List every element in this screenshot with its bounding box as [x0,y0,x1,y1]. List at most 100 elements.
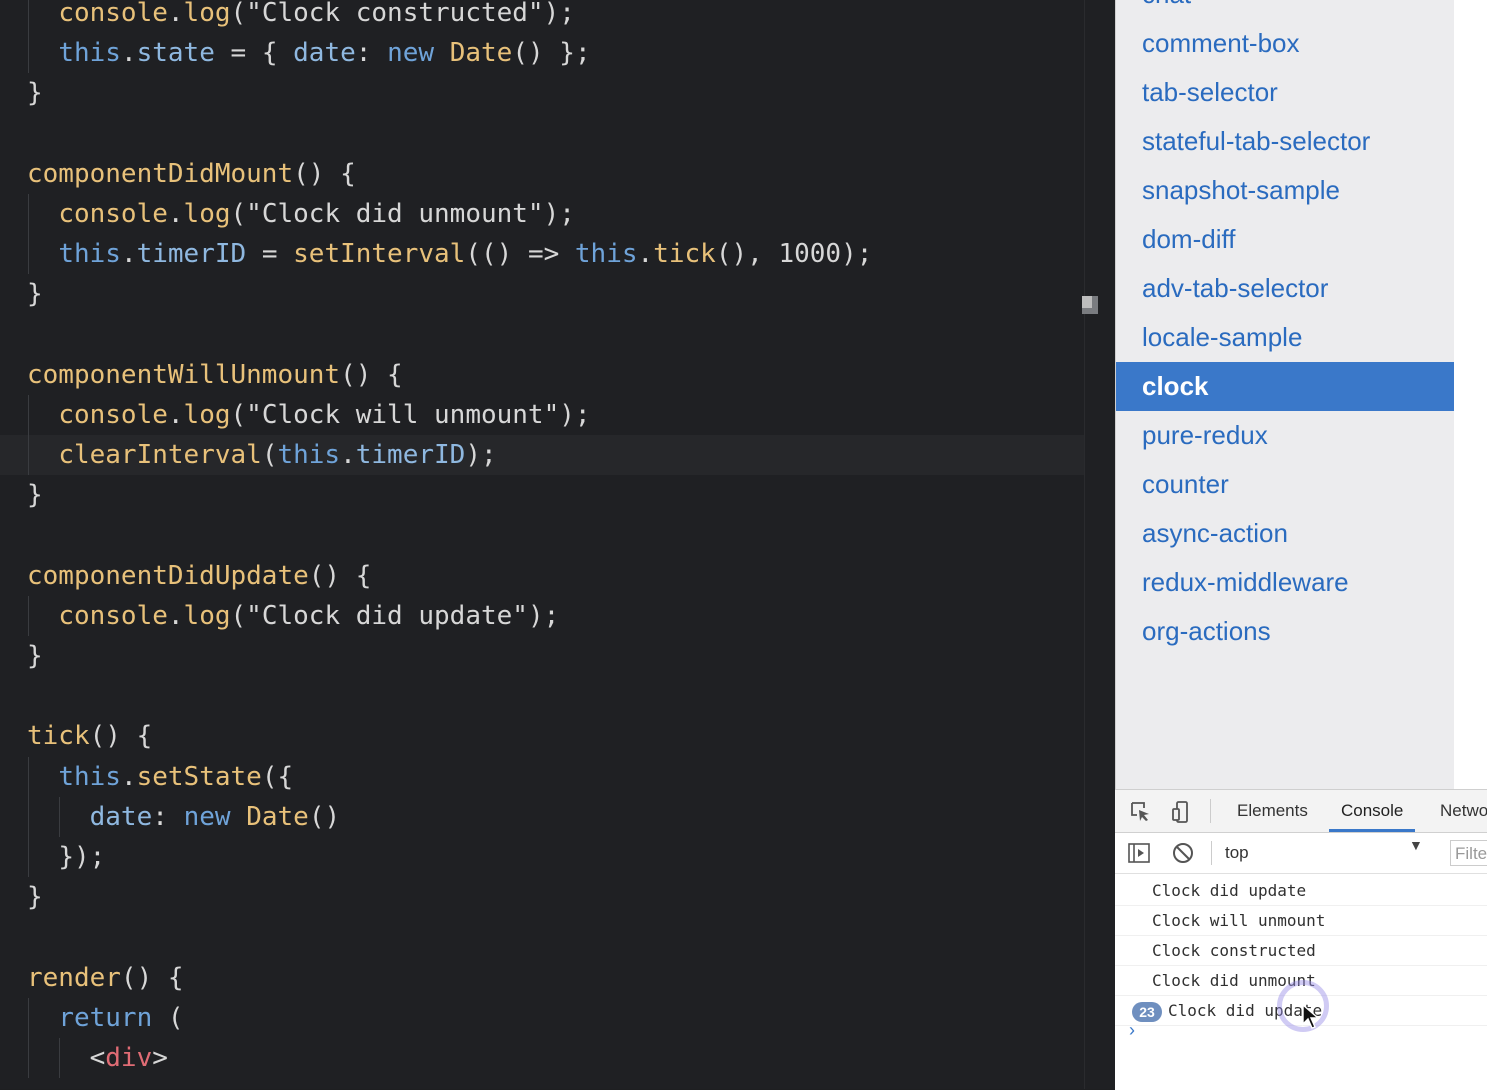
console-message-text: Clock constructed [1152,941,1316,960]
code-editor[interactable]: console.log("Clock constructed"); this.s… [0,0,1115,1089]
code-line[interactable]: <div> [0,1037,1115,1079]
code-token: . [340,440,356,471]
show-sidebar-icon[interactable] [1127,841,1151,865]
code-line[interactable]: console.log("Clock did unmount"); [0,193,1115,235]
code-token: ( [230,198,247,229]
code-token: console [58,0,168,28]
code-token: . [167,399,184,430]
code-line[interactable]: componentDidUpdate() { [0,556,1115,596]
example-list[interactable]: chatcomment-boxtab-selectorstateful-tab-… [1116,0,1454,789]
inspect-element-icon[interactable] [1129,800,1153,824]
code-line[interactable] [0,114,1115,154]
console-toolbar: top ▼ Filte [1115,833,1487,874]
sidebar-item-pure-redux[interactable]: pure-redux [1116,411,1454,460]
code-line[interactable]: componentWillUnmount() { [0,355,1115,395]
code-line[interactable]: } [0,636,1115,676]
console-message[interactable]: Clock did update [1115,876,1487,906]
sidebar-item-stateful-tab-selector[interactable]: stateful-tab-selector [1116,117,1454,166]
code-line[interactable] [0,515,1115,555]
device-toolbar-icon[interactable] [1169,800,1193,824]
filter-input[interactable]: Filte [1450,840,1487,866]
code-token: > [152,1042,168,1073]
sidebar-item-counter[interactable]: counter [1116,460,1454,509]
code-token: setInterval [293,239,466,270]
code-line[interactable]: return ( [0,997,1115,1038]
code-token: log [183,600,231,631]
code-token: . [120,239,137,270]
code-line[interactable]: clearInterval(this.timerID); [0,435,1115,476]
code-line[interactable]: date: new Date() [0,796,1115,837]
code-token: } [27,480,43,511]
scrollbar-thumb[interactable] [1082,296,1098,314]
code-token: () { [340,359,403,390]
code-token: "Clock constructed" [246,0,544,28]
code-token: ); [543,0,575,28]
code-token: div [105,1042,153,1073]
code-line[interactable]: }); [0,836,1115,878]
code-line[interactable]: } [0,475,1115,515]
indent-guide [28,756,29,797]
sidebar-item-adv-tab-selector[interactable]: adv-tab-selector [1116,264,1454,313]
code-line[interactable] [0,315,1115,355]
code-token: componentWillUnmount [27,359,341,390]
tab-console[interactable]: Console [1329,790,1416,832]
indent-guide [28,193,29,235]
context-selector[interactable]: top [1225,840,1425,866]
code-line[interactable]: this.timerID = setInterval(() => this.ti… [0,234,1115,275]
indent-guide [28,234,29,275]
editor-scrollbar[interactable] [1082,0,1115,1089]
code-line[interactable]: console.log("Clock will unmount"); [0,394,1115,436]
dropdown-arrow-icon[interactable]: ▼ [1409,837,1423,853]
console-message[interactable]: Clock constructed [1115,936,1487,966]
console-prompt[interactable]: › [1129,1020,1135,1041]
indent-guide [28,997,29,1038]
sidebar-item-snapshot-sample[interactable]: snapshot-sample [1116,166,1454,215]
sidebar-item-async-action[interactable]: async-action [1116,509,1454,558]
sidebar-item-org-actions[interactable]: org-actions [1116,607,1454,656]
tab-elements[interactable]: Elements [1225,790,1320,832]
code-token: ({ [261,761,294,792]
sidebar-item-locale-sample[interactable]: locale-sample [1116,313,1454,362]
code-token: ); [465,440,497,471]
code-token: ( [230,0,247,28]
code-token: state [136,38,215,69]
sidebar-item-tab-selector[interactable]: tab-selector [1116,68,1454,117]
code-line[interactable]: console.log("Clock constructed"); [0,0,1115,34]
code-token: (() => [465,239,575,270]
sidebar-item-dom-diff[interactable]: dom-diff [1116,215,1454,264]
code-line[interactable]: } [0,73,1115,113]
sidebar-item-comment-box[interactable]: comment-box [1116,19,1454,68]
code-line[interactable]: componentDidMount() { [0,154,1115,194]
code-token: log [183,198,231,229]
code-token: new [183,801,231,832]
tab-network[interactable]: Netwo [1428,790,1487,832]
indent-guide [28,595,29,636]
code-line[interactable] [0,676,1115,716]
code-line[interactable]: tick() { [0,716,1115,756]
code-line[interactable]: } [0,274,1115,314]
code-token: tick [653,239,716,270]
code-line[interactable]: this.setState({ [0,756,1115,797]
code-line[interactable]: console.log("Clock did update"); [0,595,1115,636]
code-token: timerID [355,440,466,471]
code-token: new [387,38,435,69]
code-line[interactable]: } [0,877,1115,917]
code-token: ); [527,600,560,631]
sidebar-item-chat[interactable]: chat [1116,0,1454,19]
code-lines[interactable]: console.log("Clock constructed"); this.s… [0,0,1115,1079]
sidebar-item-redux-middleware[interactable]: redux-middleware [1116,558,1454,607]
code-line[interactable] [0,917,1115,957]
clear-console-icon[interactable] [1171,841,1195,865]
sidebar-item-clock[interactable]: clock [1116,362,1454,411]
console-message-text: Clock will unmount [1152,911,1326,930]
console-message[interactable]: Clock will unmount [1115,906,1487,936]
code-token: < [89,1042,106,1073]
devtools-panel: Elements Console Netwo top ▼ Filte Clock… [1115,789,1487,1090]
code-line[interactable]: render() { [0,958,1115,998]
code-line[interactable]: this.state = { date: new Date() }; [0,33,1115,74]
console-message-text: Clock did update [1152,881,1307,900]
